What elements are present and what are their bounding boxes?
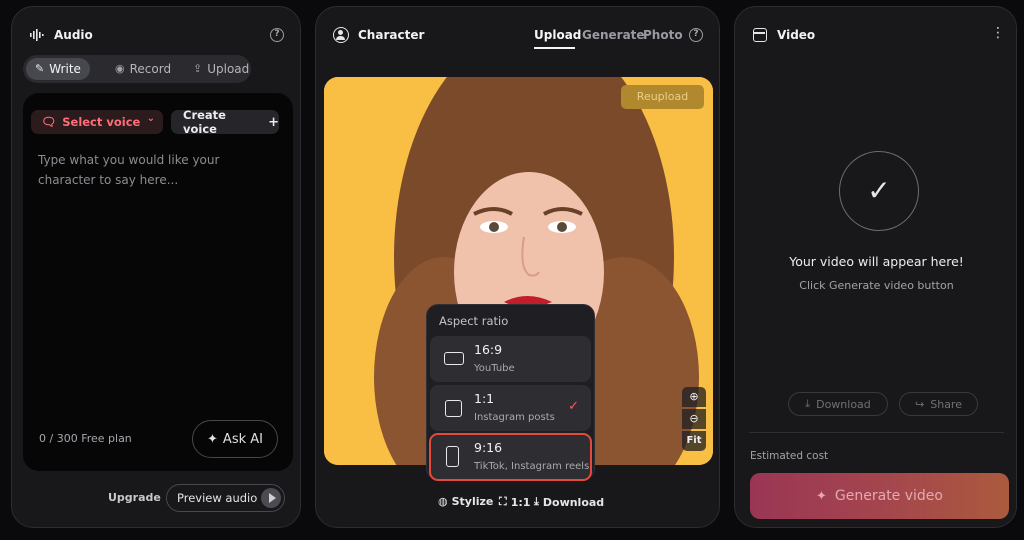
chevron-down-icon: ⌄	[146, 113, 155, 124]
download-icon: ⤓	[805, 397, 811, 410]
divider	[749, 432, 1004, 433]
stylize-label: Stylize	[451, 495, 494, 508]
landscape-icon	[444, 352, 464, 365]
tab-record[interactable]: ◉ Record	[106, 58, 180, 80]
aspect-option-label: 16:9	[474, 342, 503, 357]
zoom-out-icon[interactable]: ⊖	[682, 409, 706, 429]
create-voice-label: Create voice	[183, 108, 226, 136]
sparkle-icon: ✦	[816, 488, 827, 504]
tab-write-label: Write	[49, 62, 81, 76]
ask-ai-label: Ask AI	[222, 431, 263, 447]
crop-icon: ⛶	[499, 495, 507, 508]
share-icon: ↪	[915, 397, 925, 411]
user-circle-icon	[333, 27, 349, 43]
tab-upload[interactable]: ⇪ Upload	[184, 58, 258, 80]
character-help-icon[interactable]: ?	[689, 28, 703, 42]
reupload-button[interactable]: Reupload	[621, 85, 704, 109]
generate-video-label: Generate video	[834, 488, 943, 504]
check-icon: ✓	[568, 399, 579, 414]
script-placeholder: Type what you would like your character …	[38, 153, 220, 187]
download-icon: ⤓	[534, 495, 539, 508]
create-voice-button[interactable]: Create voice +	[171, 108, 279, 136]
video-empty-subtitle: Click Generate video button	[799, 279, 954, 292]
plus-icon: +	[268, 114, 279, 130]
select-voice-button[interactable]: 🗨 Select voice ⌄	[31, 110, 163, 134]
tab-record-label: Record	[129, 62, 172, 76]
zoom-controls: ⊕ ⊖ Fit	[682, 387, 706, 457]
zoom-in-icon[interactable]: ⊕	[682, 387, 706, 407]
palette-icon: ◍	[438, 495, 448, 508]
character-panel: Character Upload Generate Photo ? Reuplo…	[315, 6, 720, 528]
tab-upload-character[interactable]: Upload	[534, 28, 581, 42]
ratio-label: 1:1	[510, 495, 531, 509]
voice-chat-icon: 🗨	[41, 115, 57, 129]
tab-generate[interactable]: Generate	[582, 28, 645, 42]
active-tab-underline	[534, 47, 575, 49]
audio-mode-tabs: ✎ Write ◉ Record ⇪ Upload	[23, 55, 251, 83]
preview-audio-button[interactable]: Preview audio	[166, 484, 285, 512]
upload-icon: ⇪	[193, 62, 203, 75]
square-icon	[445, 400, 462, 417]
audio-panel: Audio ? ✎ Write ◉ Record ⇪ Upload 🗨 Sele…	[11, 6, 301, 528]
aspect-option-sub: YouTube	[474, 363, 515, 374]
character-title: Character	[358, 28, 425, 42]
tab-upload-label: Upload	[207, 62, 250, 76]
audio-title: Audio	[54, 28, 93, 42]
preview-audio-label: Preview audio	[177, 491, 258, 505]
script-textarea[interactable]: 🗨 Select voice ⌄ Create voice + Type wha…	[23, 93, 293, 471]
tab-photo[interactable]: Photo	[643, 28, 683, 42]
aspect-option-9-16[interactable]: 9:16 TikTok, Instagram reels	[429, 433, 592, 481]
share-video-button[interactable]: ↪ Share	[899, 392, 978, 416]
download-label: Download	[542, 495, 605, 509]
download-video-button[interactable]: ⤓ Download	[788, 392, 888, 416]
select-voice-label: Select voice	[62, 115, 141, 129]
audio-wave-icon	[30, 29, 44, 41]
portrait-icon	[446, 446, 459, 467]
record-icon: ◉	[115, 62, 125, 75]
aspect-option-label: 9:16	[474, 440, 503, 455]
play-icon	[261, 488, 281, 508]
video-empty-title: Your video will appear here!	[789, 254, 964, 269]
more-options-icon[interactable]: ⋮	[991, 26, 1005, 40]
aspect-ratio-title: Aspect ratio	[439, 314, 509, 328]
character-counter: 0 / 300 Free plan	[39, 432, 132, 445]
video-panel: Video ⋮ ✓ Your video will appear here! C…	[734, 6, 1017, 528]
aspect-option-label: 1:1	[474, 391, 495, 406]
ask-ai-button[interactable]: ✦ Ask AI	[192, 420, 278, 458]
generate-video-button[interactable]: ✦ Generate video	[750, 473, 1009, 519]
video-icon	[753, 28, 767, 42]
pencil-off-icon: ✎	[35, 62, 45, 75]
video-title: Video	[777, 28, 816, 42]
estimated-cost-label: Estimated cost	[750, 450, 829, 462]
download-video-label: Download	[816, 397, 871, 411]
aspect-option-16-9[interactable]: 16:9 YouTube	[430, 336, 591, 382]
tab-write[interactable]: ✎ Write	[26, 58, 90, 80]
sparkle-icon: ✦	[207, 431, 218, 447]
audio-help-icon[interactable]: ?	[270, 28, 284, 42]
zoom-fit-button[interactable]: Fit	[682, 431, 706, 451]
checkmark-icon: ✓	[839, 151, 919, 231]
download-character-button[interactable]: ⤓ Download	[534, 495, 604, 509]
aspect-option-sub: TikTok, Instagram reels	[474, 461, 590, 472]
aspect-ratio-menu: Aspect ratio 16:9 YouTube 1:1 Instagram …	[426, 304, 595, 481]
ratio-button[interactable]: ⛶ 1:1	[499, 495, 530, 509]
aspect-option-1-1[interactable]: 1:1 Instagram posts ✓	[430, 385, 591, 431]
upgrade-link[interactable]: Upgrade	[108, 491, 161, 504]
aspect-option-sub: Instagram posts	[474, 412, 555, 423]
share-video-label: Share	[930, 397, 962, 411]
stylize-button[interactable]: ◍ Stylize	[438, 495, 493, 508]
